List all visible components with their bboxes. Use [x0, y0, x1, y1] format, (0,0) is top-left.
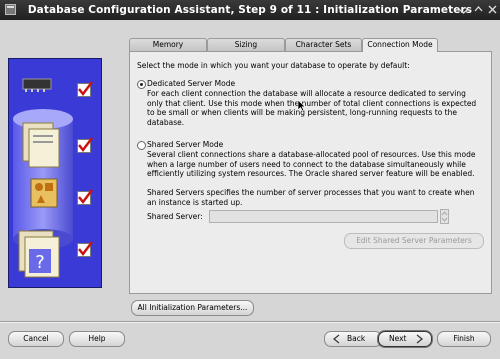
spinner-arrows-icon	[441, 211, 448, 222]
intro-text: Select the mode in which you want your d…	[137, 61, 410, 70]
tab-memory[interactable]: Memory	[129, 38, 207, 51]
tab-content-panel: Select the mode in which you want your d…	[129, 51, 492, 294]
completed-checkmark-icon	[77, 241, 93, 257]
back-label: Back	[347, 334, 366, 343]
dedicated-server-radio[interactable]	[137, 80, 146, 89]
cancel-button[interactable]: Cancel	[8, 331, 64, 347]
shared-server-input[interactable]	[209, 210, 438, 223]
back-arrow-icon	[333, 334, 340, 344]
title-bar[interactable]: Database Configuration Assistant, Step 9…	[0, 0, 500, 20]
shared-desc-line: when a large number of users need to con…	[147, 159, 466, 169]
tab-sizing[interactable]: Sizing	[207, 38, 285, 51]
folder-pages-icon	[22, 122, 60, 168]
mouse-cursor-icon	[297, 99, 306, 112]
close-button[interactable]	[486, 3, 499, 16]
maximize-icon	[474, 6, 483, 12]
dedicated-server-label[interactable]: Dedicated Server Mode	[147, 79, 235, 89]
completed-checkmark-icon	[77, 137, 93, 153]
close-icon	[488, 5, 497, 14]
help-button[interactable]: Help	[69, 331, 125, 347]
next-label: Next	[389, 334, 407, 343]
memory-chip-icon	[22, 78, 52, 92]
shared-desc-line: Several client connections share a datab…	[147, 150, 476, 159]
tab-character-sets[interactable]: Character Sets	[285, 38, 362, 51]
step-illustration: ?	[8, 58, 102, 288]
finish-button[interactable]: Finish	[437, 331, 491, 347]
completed-checkmark-icon	[77, 189, 93, 205]
minimize-button[interactable]	[457, 3, 470, 16]
shared-server-field-label: Shared Server:	[147, 212, 203, 221]
minimize-icon	[459, 9, 468, 14]
shared-server-label[interactable]: Shared Server Mode	[147, 140, 223, 150]
tab-connection-mode[interactable]: Connection Mode	[362, 38, 438, 52]
dedicated-desc-line: For each client connection the database …	[147, 89, 466, 98]
shared-desc-line: efficiently utilizing system resources. …	[147, 169, 475, 179]
shared-servers-desc-line: an instance is started up.	[147, 197, 243, 207]
window-title: Database Configuration Assistant, Step 9…	[27, 4, 473, 16]
all-initialization-parameters-button[interactable]: All Initialization Parameters...	[131, 300, 254, 316]
svg-text:?: ?	[35, 252, 45, 273]
next-arrow-icon	[416, 334, 423, 344]
edit-shared-server-parameters-button[interactable]: Edit Shared Server Parameters	[344, 233, 484, 249]
character-set-icon	[30, 178, 58, 208]
footer-divider	[0, 322, 500, 323]
shared-servers-desc-line: Shared Servers specifies the number of s…	[147, 188, 475, 197]
completed-checkmark-icon	[77, 81, 93, 97]
shared-server-spinner[interactable]	[440, 209, 449, 224]
shared-server-radio[interactable]	[137, 141, 146, 150]
dedicated-desc-line: database.	[147, 117, 185, 127]
back-button[interactable]: Back	[324, 331, 382, 347]
dedicated-desc-line: only that client. Use this mode when the…	[147, 98, 477, 108]
next-button[interactable]: Next	[378, 331, 432, 347]
maximize-button[interactable]	[472, 3, 485, 16]
help-document-icon: ?	[18, 230, 60, 278]
